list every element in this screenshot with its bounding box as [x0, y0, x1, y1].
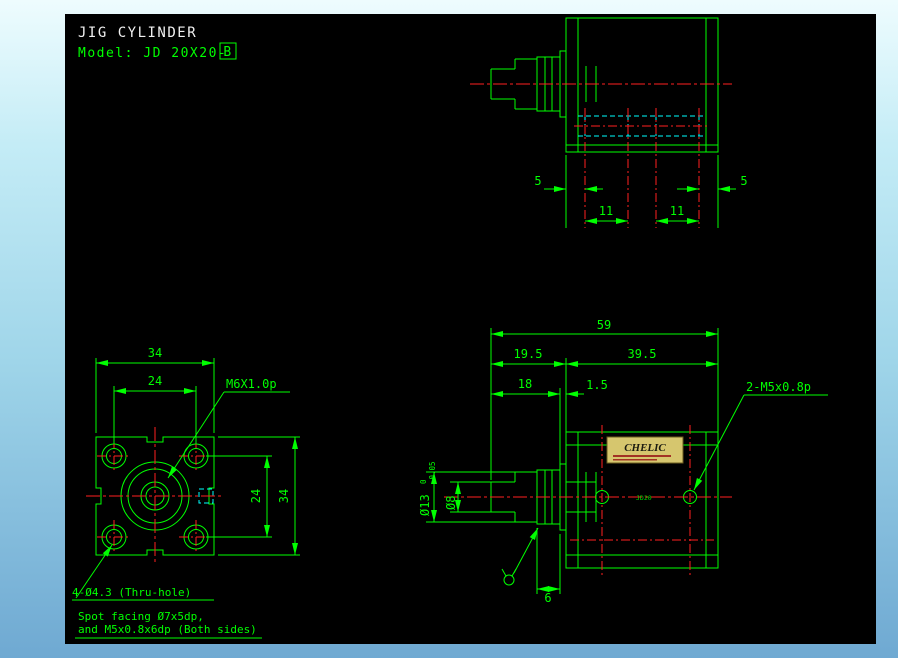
- body-stamp: JD20: [636, 494, 652, 502]
- port-callout: 2-M5x0.8p: [746, 380, 811, 394]
- dim-19-5: 19.5: [514, 347, 543, 361]
- dim-24-right: 24: [249, 489, 263, 503]
- dia13-tol-upper: 0: [419, 479, 428, 484]
- note-thread-depth: and M5x0.8x6dp (Both sides): [78, 623, 257, 636]
- dim-34-top: 34: [148, 346, 162, 360]
- drawing-canvas[interactable]: [65, 14, 876, 644]
- drawing-title: JIG CYLINDER: [78, 25, 197, 41]
- model-text: Model: JD 20X20-: [78, 46, 227, 61]
- dim-5-right: 5: [740, 174, 747, 188]
- dim-11-right: 11: [670, 204, 684, 218]
- dim-34-right: 34: [277, 489, 291, 503]
- dia13-tol-lower: -0.05: [428, 461, 437, 484]
- dim-dia13: Ø13: [418, 494, 432, 516]
- brand-name: CHELIC: [624, 442, 666, 454]
- dim-1-5: 1.5: [586, 378, 608, 392]
- dim-dia8: Ø8: [444, 496, 458, 510]
- dim-24-top: 24: [148, 374, 162, 388]
- model-option: B: [223, 45, 232, 60]
- dim-39-5: 39.5: [628, 347, 657, 361]
- dim-11-left: 11: [599, 204, 613, 218]
- note-spot-facing: Spot facing Ø7x5dp,: [78, 610, 204, 623]
- cad-viewport[interactable]: JIG CYLINDER Model: JD 20X20- B 5 5 11 1…: [0, 0, 898, 658]
- thread-callout: M6X1.0p: [226, 377, 277, 391]
- dim-6: 6: [544, 591, 551, 605]
- dim-59: 59: [597, 318, 611, 332]
- maker-label: CHELIC: [606, 436, 684, 464]
- note-thru-hole: 4-Ø4.3 (Thru-hole): [72, 586, 191, 599]
- dim-5-left: 5: [534, 174, 541, 188]
- dim-18: 18: [518, 377, 532, 391]
